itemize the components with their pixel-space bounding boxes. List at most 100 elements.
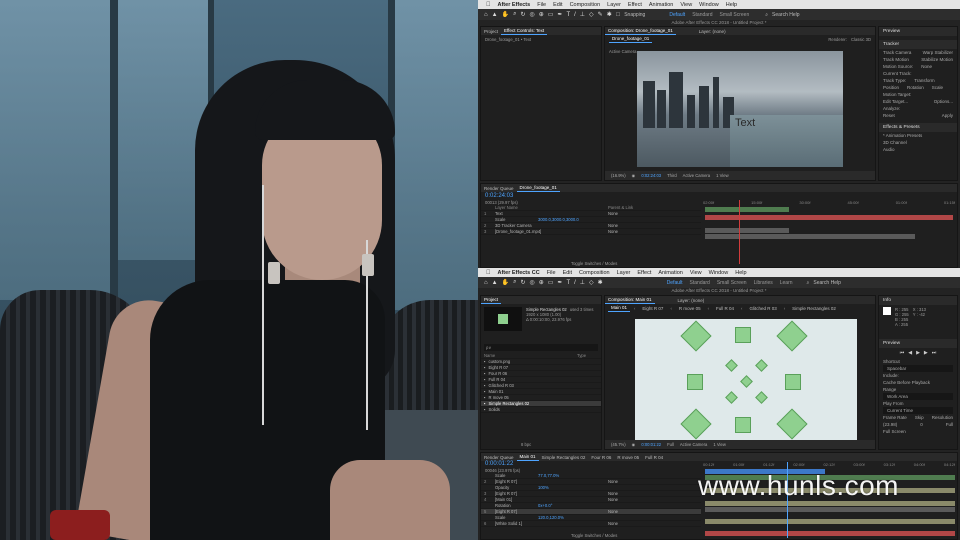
layer-parent[interactable]: None [608, 491, 618, 496]
quality-value[interactable]: Third [667, 173, 677, 178]
rectangle-shape[interactable] [755, 359, 768, 372]
timeline-current-time[interactable]: 0:00:01:22 [485, 461, 513, 467]
tab-effect-controls[interactable]: Effect Controls: Text [501, 27, 548, 35]
tab-project[interactable]: Project [481, 296, 502, 304]
audio-item[interactable]: Audio [879, 146, 957, 153]
rectangle-shape[interactable] [740, 375, 753, 388]
skip-select[interactable]: 0 [916, 421, 927, 428]
rectangle-shape[interactable] [725, 391, 738, 404]
range-select[interactable]: Work Area [883, 393, 953, 400]
workspace-standard[interactable]: Standard [692, 12, 712, 18]
property-value[interactable]: 0x+0.0° [538, 503, 552, 508]
menu-animation[interactable]: Animation [658, 270, 682, 276]
menu-animation[interactable]: Animation [649, 2, 673, 8]
motion-source-select[interactable]: None [917, 63, 936, 70]
layer-track[interactable] [705, 507, 955, 512]
workspace-default[interactable]: Default [667, 280, 683, 286]
tab-timeline-comp[interactable]: Drone_footage_01 [516, 184, 560, 192]
menu-effect[interactable]: Effect [628, 2, 642, 8]
info-header[interactable]: Info [879, 296, 957, 305]
preview-header[interactable]: Preview [879, 339, 957, 348]
pan-tool-icon[interactable]: ⊕ [539, 11, 544, 18]
play-from-select[interactable]: Current Time [883, 407, 953, 414]
reset-button[interactable]: Reset [879, 112, 899, 119]
tab-render-queue[interactable]: Render Queue [481, 454, 517, 461]
puppet-tool-icon[interactable]: ✱ [607, 11, 612, 18]
track-camera-button[interactable]: Track Camera [879, 49, 915, 56]
flow-item[interactable]: Full R 04 [713, 305, 737, 312]
views-value[interactable]: 1 View [713, 442, 726, 447]
work-area-bar[interactable] [705, 207, 789, 212]
options-button[interactable]: Options... [930, 98, 957, 105]
views-value[interactable]: 1 View [716, 173, 729, 178]
resolution-select[interactable]: Full [942, 421, 957, 428]
camera-value[interactable]: Active Camera [683, 173, 710, 178]
apple-icon[interactable]:  [486, 2, 491, 8]
layer-track-camera[interactable] [705, 228, 789, 233]
position-checkbox[interactable]: Position [879, 84, 903, 91]
toggle-switches-modes[interactable]: Toggle Switches / Modes [571, 533, 617, 538]
property-value[interactable]: 100% [538, 485, 549, 490]
eraser-tool-icon[interactable]: ◇ [589, 279, 594, 286]
time-ruler[interactable]: 00:12f 01:00f 01:12f 02:00f 02:12f 03:00… [703, 462, 955, 468]
rectangle-shape[interactable] [680, 320, 712, 352]
tab-timeline-comp[interactable]: Main 01 [516, 453, 539, 461]
brush-tool-icon[interactable]: / [574, 12, 576, 18]
layer-row[interactable]: 6 [White Solid 1] None [481, 521, 701, 527]
property-value[interactable]: 77.0,77.0% [538, 473, 559, 478]
menu-edit[interactable]: Edit [553, 2, 562, 8]
camera-snapshot-icon[interactable]: ◉ [632, 442, 636, 447]
layer-parent[interactable]: None [608, 223, 618, 228]
property-value[interactable]: 3000.0,3000.0,3000.0 [538, 217, 579, 222]
menu-composition[interactable]: Composition [570, 2, 601, 8]
flow-item[interactable]: Eight R 07 [639, 305, 666, 312]
preview-header[interactable]: Preview [879, 27, 957, 36]
apple-icon[interactable]:  [486, 270, 491, 276]
shortcut-select[interactable]: Spacebar [883, 365, 953, 372]
menu-file[interactable]: File [537, 2, 546, 8]
menu-edit[interactable]: Edit [563, 270, 572, 276]
rotate-tool-icon[interactable]: ↻ [520, 11, 525, 18]
prev-frame-icon[interactable]: ◀ [908, 350, 912, 356]
time-ruler[interactable]: 02:00f 15:00f 30:00f 45:00f 01:00f 01:15… [703, 200, 955, 206]
apply-button[interactable]: Apply [938, 112, 957, 119]
rectangle-shape[interactable] [735, 327, 751, 343]
rectangle-shape[interactable] [755, 391, 768, 404]
zoom-tool-icon[interactable]: ⌕ [513, 279, 516, 286]
bit-depth[interactable]: 8 bpc [521, 442, 531, 447]
menu-view[interactable]: View [690, 270, 702, 276]
stamp-tool-icon[interactable]: ⊥ [580, 11, 585, 18]
menu-help[interactable]: Help [726, 2, 737, 8]
flow-item[interactable]: R move 05 [676, 305, 704, 312]
tab-timeline-comp[interactable]: Full R 04 [642, 454, 666, 461]
menu-file[interactable]: File [547, 270, 556, 276]
col-name[interactable]: Name [484, 353, 574, 358]
rectangle-shape[interactable] [680, 408, 712, 440]
menu-help[interactable]: Help [735, 270, 746, 276]
renderer-value[interactable]: Classic 3D [851, 37, 871, 42]
playhead[interactable] [739, 200, 740, 264]
property-value[interactable]: 120.0,120.0% [538, 515, 564, 520]
menu-layer[interactable]: Layer [607, 2, 621, 8]
menu-window[interactable]: Window [699, 2, 719, 8]
tab-timeline-comp[interactable]: Simple Rectangles 02 [539, 454, 589, 461]
search-help-field[interactable]: Search Help [813, 280, 841, 286]
layer-parent[interactable]: None [608, 211, 618, 216]
snapping-checkbox[interactable]: ☐ [616, 12, 620, 18]
type-tool-icon[interactable]: T [566, 12, 570, 18]
tab-layer[interactable]: Layer: (none) [696, 28, 729, 35]
mask-tool-icon[interactable]: ▭ [548, 11, 554, 18]
layer-parent[interactable]: None [608, 521, 618, 526]
layer-parent[interactable]: None [608, 229, 618, 234]
stabilize-motion-button[interactable]: Stabilize Motion [917, 56, 957, 63]
current-time[interactable]: 0:02:24:03 [641, 173, 661, 178]
zoom-value[interactable]: (45.7%) [611, 442, 626, 447]
rectangle-shape[interactable] [776, 408, 808, 440]
tracker-header[interactable]: Tracker [879, 40, 957, 49]
layer-track[interactable] [705, 519, 955, 524]
tab-timeline-comp[interactable]: R move 05 [614, 454, 642, 461]
rectangle-shape[interactable] [687, 374, 703, 390]
3d-channel-item[interactable]: 3D Channel [879, 139, 957, 146]
track-type-select[interactable]: Transform [910, 77, 938, 84]
first-frame-icon[interactable]: ⏮ [900, 350, 905, 356]
